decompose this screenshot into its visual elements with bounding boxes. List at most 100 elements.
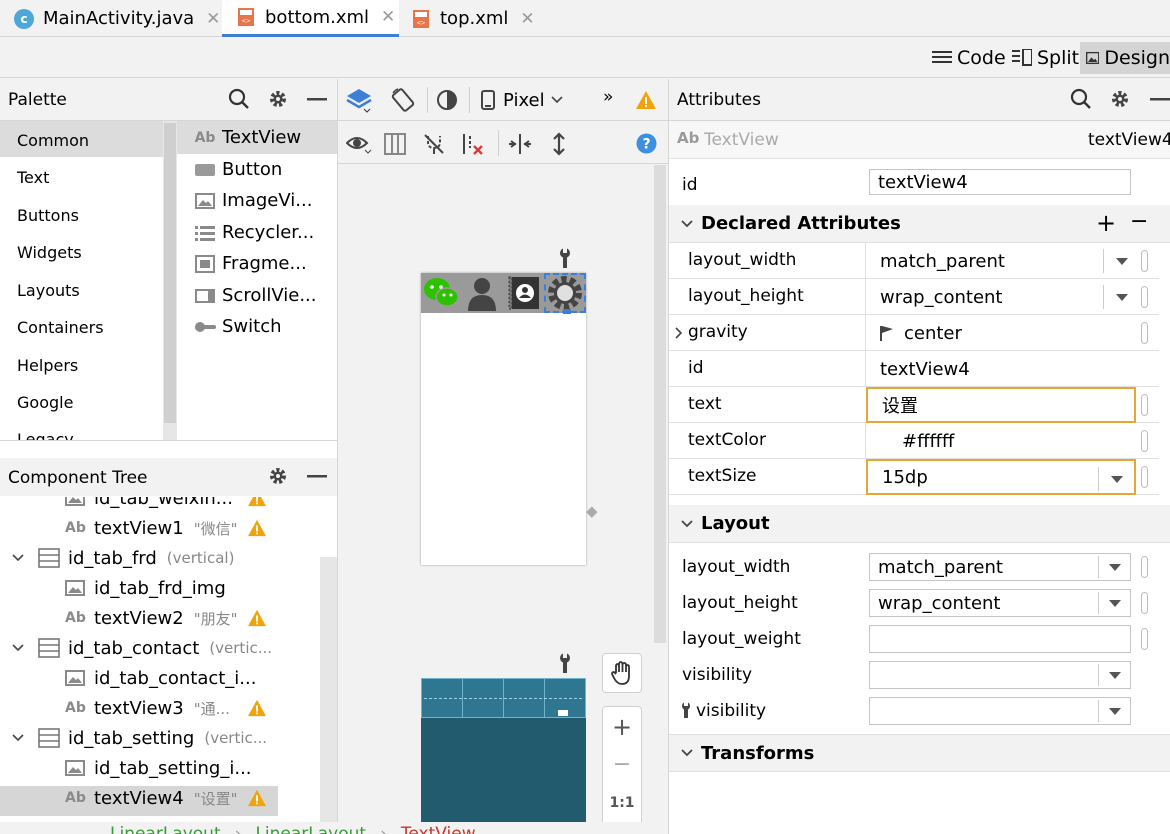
- expand-vertical-icon[interactable]: [549, 131, 569, 157]
- tab-mainactivity[interactable]: c MainActivity.java ✕: [0, 0, 222, 37]
- close-icon[interactable]: ✕: [381, 7, 395, 27]
- palette-item-button[interactable]: Button: [194, 159, 282, 180]
- remove-attribute-button[interactable]: −: [1130, 209, 1148, 234]
- blueprint-preview-screen[interactable]: [421, 678, 586, 834]
- dropdown-arrow[interactable]: [1098, 467, 1134, 491]
- tree-row[interactable]: id_tab_frd_img: [65, 573, 226, 603]
- reference-picker[interactable]: [1141, 322, 1148, 344]
- theme-icon[interactable]: [435, 88, 461, 114]
- breadcrumb-item[interactable]: TextView: [401, 824, 476, 834]
- autoconnect-off-icon[interactable]: [422, 132, 446, 156]
- gear-icon[interactable]: [268, 89, 288, 109]
- warning-icon[interactable]: [247, 497, 267, 507]
- warning-icon[interactable]: [247, 789, 267, 807]
- attribute-value-field[interactable]: center: [865, 315, 1139, 351]
- layers-icon[interactable]: [346, 87, 372, 113]
- help-icon[interactable]: ?: [636, 133, 657, 154]
- tree-row[interactable]: Ab textView1 "微信": [65, 513, 238, 543]
- layout-section-header[interactable]: Layout: [669, 505, 1170, 543]
- eye-icon[interactable]: [346, 134, 372, 154]
- close-icon[interactable]: ✕: [520, 9, 534, 29]
- palette-item-recyclerview[interactable]: Recycler...: [194, 222, 314, 243]
- minimize-icon[interactable]: [307, 98, 327, 101]
- gear-icon[interactable]: [268, 466, 288, 486]
- category-scrollbar-thumb[interactable]: [164, 123, 176, 423]
- reference-picker[interactable]: [1141, 250, 1148, 272]
- clear-constraints-icon[interactable]: [461, 132, 485, 156]
- breadcrumb-item[interactable]: LinearLayout: [255, 824, 366, 834]
- tree-row[interactable]: id_tab_frd (vertical): [12, 543, 234, 573]
- gear-icon[interactable]: [1110, 89, 1130, 109]
- layout-attr-field[interactable]: [869, 625, 1131, 653]
- category-buttons[interactable]: Buttons: [17, 206, 79, 225]
- layout-attr-field[interactable]: wrap_content: [869, 589, 1131, 617]
- chevron-down-icon[interactable]: [12, 554, 24, 562]
- category-google[interactable]: Google: [17, 393, 73, 412]
- add-attribute-button[interactable]: +: [1096, 209, 1116, 237]
- attribute-value-field[interactable]: 15dp: [866, 459, 1136, 495]
- category-containers[interactable]: Containers: [17, 318, 104, 337]
- layout-attr-field[interactable]: [869, 697, 1131, 725]
- wrench-icon[interactable]: [558, 653, 572, 673]
- search-icon[interactable]: [228, 88, 250, 110]
- warning-icon[interactable]: [635, 90, 657, 110]
- search-icon[interactable]: [1070, 88, 1092, 110]
- canvas-area[interactable]: + − 1:1: [338, 165, 668, 834]
- device-selector[interactable]: Pixel: [481, 88, 563, 112]
- palette-item-imageview[interactable]: ImageVi...: [194, 190, 312, 211]
- attribute-value-field[interactable]: textView4: [865, 351, 1139, 387]
- declared-attributes-header[interactable]: Declared Attributes + −: [669, 205, 1170, 243]
- reference-picker[interactable]: [1141, 394, 1148, 416]
- reference-picker[interactable]: [1141, 628, 1148, 650]
- minimize-icon[interactable]: [1150, 98, 1170, 101]
- reference-picker[interactable]: [1141, 430, 1148, 452]
- warning-icon[interactable]: [247, 609, 267, 627]
- chevron-down-icon[interactable]: [12, 734, 24, 742]
- reference-picker[interactable]: [1141, 286, 1148, 308]
- tree-row[interactable]: Ab textView4 "设置": [65, 783, 238, 813]
- attribute-value-field[interactable]: match_parent: [865, 243, 1139, 279]
- dropdown-arrow[interactable]: [1098, 664, 1130, 686]
- tab-top-xml[interactable]: <> top.xml ✕: [399, 0, 549, 37]
- wrench-icon[interactable]: [558, 248, 572, 268]
- reference-picker[interactable]: [1141, 556, 1148, 578]
- tree-row[interactable]: id_tab_contact (vertic...: [12, 633, 272, 663]
- zoom-out-button[interactable]: −: [603, 752, 641, 777]
- close-icon[interactable]: ✕: [206, 9, 220, 29]
- dropdown-arrow[interactable]: [1103, 285, 1139, 309]
- orientation-icon[interactable]: [390, 87, 416, 113]
- selection-handle[interactable]: [563, 309, 571, 314]
- chevron-right-icon[interactable]: [675, 327, 683, 339]
- tree-row[interactable]: id_tab_contact_i...: [65, 663, 256, 693]
- attribute-value-field[interactable]: 设置: [866, 387, 1136, 423]
- design-view-button[interactable]: Design: [1080, 42, 1170, 74]
- resize-handle[interactable]: [586, 506, 598, 518]
- warning-icon[interactable]: [247, 699, 267, 717]
- dropdown-arrow[interactable]: [1098, 700, 1130, 722]
- category-helpers[interactable]: Helpers: [17, 356, 78, 375]
- minimize-icon[interactable]: [307, 475, 327, 478]
- transforms-section-header[interactable]: Transforms: [669, 734, 1170, 772]
- zoom-in-button[interactable]: +: [603, 713, 641, 741]
- warning-icon[interactable]: [247, 519, 267, 537]
- canvas-scrollbar[interactable]: [654, 165, 666, 643]
- blueprint-toggle-icon[interactable]: [384, 133, 406, 155]
- category-layouts[interactable]: Layouts: [17, 281, 80, 300]
- reference-picker[interactable]: [1141, 466, 1148, 488]
- palette-item-switch[interactable]: Switch: [194, 316, 282, 337]
- pack-horizontal-icon[interactable]: [508, 132, 532, 156]
- tree-row[interactable]: id_tab_setting (vertic...: [12, 723, 267, 753]
- dropdown-arrow[interactable]: [1098, 592, 1130, 614]
- zoom-actual-size-button[interactable]: 1:1: [603, 795, 641, 811]
- reference-picker[interactable]: [1141, 592, 1148, 614]
- palette-item-textview[interactable]: Ab TextView: [194, 127, 302, 148]
- tab-bottom-xml[interactable]: <> bottom.xml ✕: [222, 0, 399, 37]
- tree-row[interactable]: Ab textView2 "朋友": [65, 603, 238, 633]
- category-widgets[interactable]: Widgets: [17, 243, 82, 262]
- palette-item-scrollview[interactable]: ScrollVie...: [194, 285, 317, 306]
- tree-row[interactable]: id_tab_weixin...: [65, 497, 233, 513]
- id-input[interactable]: textView4: [869, 169, 1131, 195]
- category-legacy[interactable]: Legacy: [17, 430, 74, 440]
- design-preview-screen[interactable]: [421, 273, 586, 565]
- layout-attr-field[interactable]: match_parent: [869, 553, 1131, 581]
